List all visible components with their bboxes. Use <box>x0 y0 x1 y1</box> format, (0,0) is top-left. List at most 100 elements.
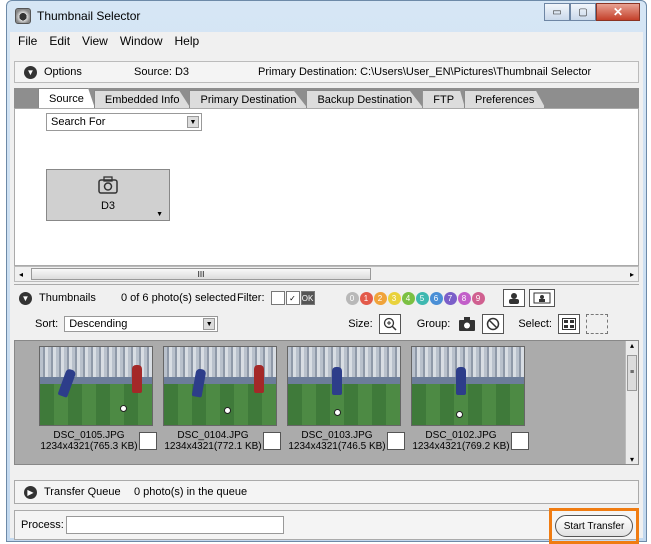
main-panel: ▼ Options Source: D3 Primary Destination… <box>10 50 643 544</box>
filter-label: Filter: <box>237 292 265 304</box>
device-chevron-icon: ▼ <box>156 211 163 218</box>
menu-view[interactable]: View <box>76 34 114 48</box>
scroll-thumb[interactable]: ≡ <box>627 355 637 391</box>
no-group-icon <box>487 317 500 331</box>
filter-ok-icon[interactable]: OK <box>300 291 315 305</box>
sort-dropdown[interactable]: Descending ▼ <box>64 316 219 332</box>
filter-checked-icon[interactable]: ✓ <box>285 291 300 305</box>
filmstrip-icon <box>533 292 550 304</box>
photo-filename: DSC_0103.JPG <box>301 430 373 441</box>
sort-value: Descending <box>69 318 128 330</box>
transfer-queue-bar: ▶ Transfer Queue 0 photo(s) in the queue <box>14 480 639 504</box>
scroll-thumb[interactable]: III <box>31 268 371 280</box>
rating-3-icon[interactable]: 3 <box>387 291 401 305</box>
tab-backup-destination[interactable]: Backup Destination <box>306 90 424 108</box>
select-all-button[interactable] <box>557 314 580 334</box>
thumbnail-grid: DSC_0105.JPG 1234x4321(765.3 KB) DSC_010… <box>14 340 639 465</box>
photo-checkbox[interactable] <box>263 432 281 450</box>
minimize-button[interactable]: ▭ <box>544 3 570 21</box>
scroll-up-icon[interactable]: ▴ <box>626 341 638 350</box>
source-horizontal-scrollbar[interactable]: ◂ III ▸ <box>14 266 639 282</box>
rating-0-icon[interactable]: 0 <box>345 291 359 305</box>
scroll-right-icon[interactable]: ▸ <box>630 270 634 279</box>
rating-2-icon[interactable]: 2 <box>373 291 387 305</box>
zoom-in-icon <box>383 317 397 331</box>
highlight-box <box>549 508 639 544</box>
camera-icon <box>98 176 118 194</box>
person-icon <box>508 293 519 304</box>
photo-checkbox[interactable] <box>387 432 405 450</box>
filmstrip-view-button[interactable] <box>528 289 555 307</box>
transfer-queue-toggle-icon[interactable]: ▶ <box>24 485 37 499</box>
window-title: Thumbnail Selector <box>37 9 141 23</box>
rating-filter: 0123456789 <box>345 291 485 305</box>
rating-6-icon[interactable]: 6 <box>429 291 443 305</box>
scroll-down-icon[interactable]: ▾ <box>626 455 638 464</box>
thumbnails-label: Thumbnails <box>39 292 96 304</box>
tab-source[interactable]: Source <box>38 88 95 108</box>
tab-ftp[interactable]: FTP <box>422 90 466 108</box>
photo-info: 1234x4321(765.3 KB) <box>40 441 138 452</box>
no-group-button[interactable] <box>482 314 505 334</box>
thumbnail-item[interactable]: DSC_0105.JPG 1234x4321(765.3 KB) <box>39 346 161 464</box>
rating-5-icon[interactable]: 5 <box>415 291 429 305</box>
thumbnail-item[interactable]: DSC_0103.JPG 1234x4321(746.5 KB) <box>287 346 409 464</box>
filter-unchecked-icon[interactable] <box>270 291 285 305</box>
options-destination: Primary Destination: C:\Users\User_EN\Pi… <box>258 66 592 78</box>
group-by-camera-button[interactable] <box>456 314 478 334</box>
search-for-value: Search For <box>51 116 106 128</box>
options-bar: ▼ Options Source: D3 Primary Destination… <box>14 61 639 83</box>
scroll-left-icon[interactable]: ◂ <box>19 270 23 279</box>
portrait-view-button[interactable] <box>502 289 525 307</box>
rating-8-icon[interactable]: 8 <box>457 291 471 305</box>
divider <box>14 284 639 285</box>
process-bar: Process: <box>14 510 639 540</box>
rating-1-icon[interactable]: 1 <box>359 291 373 305</box>
device-name: D3 <box>100 200 116 212</box>
photo-info: 1234x4321(746.5 KB) <box>288 441 386 452</box>
rating-9-icon[interactable]: 9 <box>471 291 485 305</box>
sort-bar: Sort: Descending ▼ Size: Group: Select: <box>10 312 643 336</box>
rating-7-icon[interactable]: 7 <box>443 291 457 305</box>
thumbnails-toggle-icon[interactable]: ▼ <box>19 291 32 305</box>
options-source: Source: D3 <box>134 66 190 78</box>
device-card-d3[interactable]: D3 ▼ <box>46 169 170 221</box>
thumbnail-vertical-scrollbar[interactable]: ▴ ≡ ▾ <box>625 341 638 464</box>
menu-edit[interactable]: Edit <box>43 34 76 48</box>
thumbnails-bar: ▼ Thumbnails 0 of 6 photo(s) selected Fi… <box>10 287 643 309</box>
photo-filename: DSC_0104.JPG <box>177 430 249 441</box>
photo-image <box>39 346 153 426</box>
source-panel: Search For ▼ D3 ▼ <box>14 108 639 266</box>
photo-filename: DSC_0105.JPG <box>53 430 125 441</box>
search-for-dropdown[interactable]: Search For ▼ <box>46 113 202 131</box>
photo-checkbox[interactable] <box>139 432 157 450</box>
scroll-grip-icon: ≡ <box>629 369 635 376</box>
maximize-button[interactable]: ▢ <box>570 3 596 21</box>
sort-label: Sort: <box>35 318 59 330</box>
camera-icon <box>459 317 476 331</box>
tab-embedded-info[interactable]: Embedded Info <box>93 90 191 108</box>
photo-info: 1234x4321(769.2 KB) <box>412 441 510 452</box>
zoom-button[interactable] <box>378 314 401 334</box>
options-toggle-icon[interactable]: ▼ <box>24 65 37 79</box>
menu-help[interactable]: Help <box>169 34 206 48</box>
close-button[interactable]: ✕ <box>596 3 640 21</box>
chevron-down-icon: ▼ <box>203 318 216 330</box>
process-field <box>65 516 284 534</box>
tab-preferences[interactable]: Preferences <box>464 90 546 108</box>
menu-file[interactable]: File <box>12 34 43 48</box>
select-none-button[interactable] <box>585 314 608 334</box>
photo-image <box>287 346 401 426</box>
photo-image <box>163 346 277 426</box>
photo-checkbox[interactable] <box>511 432 529 450</box>
options-tabs: Source Embedded Info Primary Destination… <box>14 88 639 108</box>
thumbnail-item[interactable]: DSC_0102.JPG 1234x4321(769.2 KB) <box>411 346 533 464</box>
thumbnail-item[interactable]: DSC_0104.JPG 1234x4321(772.1 KB) <box>163 346 285 464</box>
group-label: Group: <box>416 318 451 330</box>
photo-filename: DSC_0102.JPG <box>425 430 497 441</box>
menu-window[interactable]: Window <box>114 34 169 48</box>
transfer-queue-label: Transfer Queue <box>44 486 121 498</box>
rating-4-icon[interactable]: 4 <box>401 291 415 305</box>
tab-primary-destination[interactable]: Primary Destination <box>189 90 308 108</box>
options-label: Options <box>44 66 82 78</box>
